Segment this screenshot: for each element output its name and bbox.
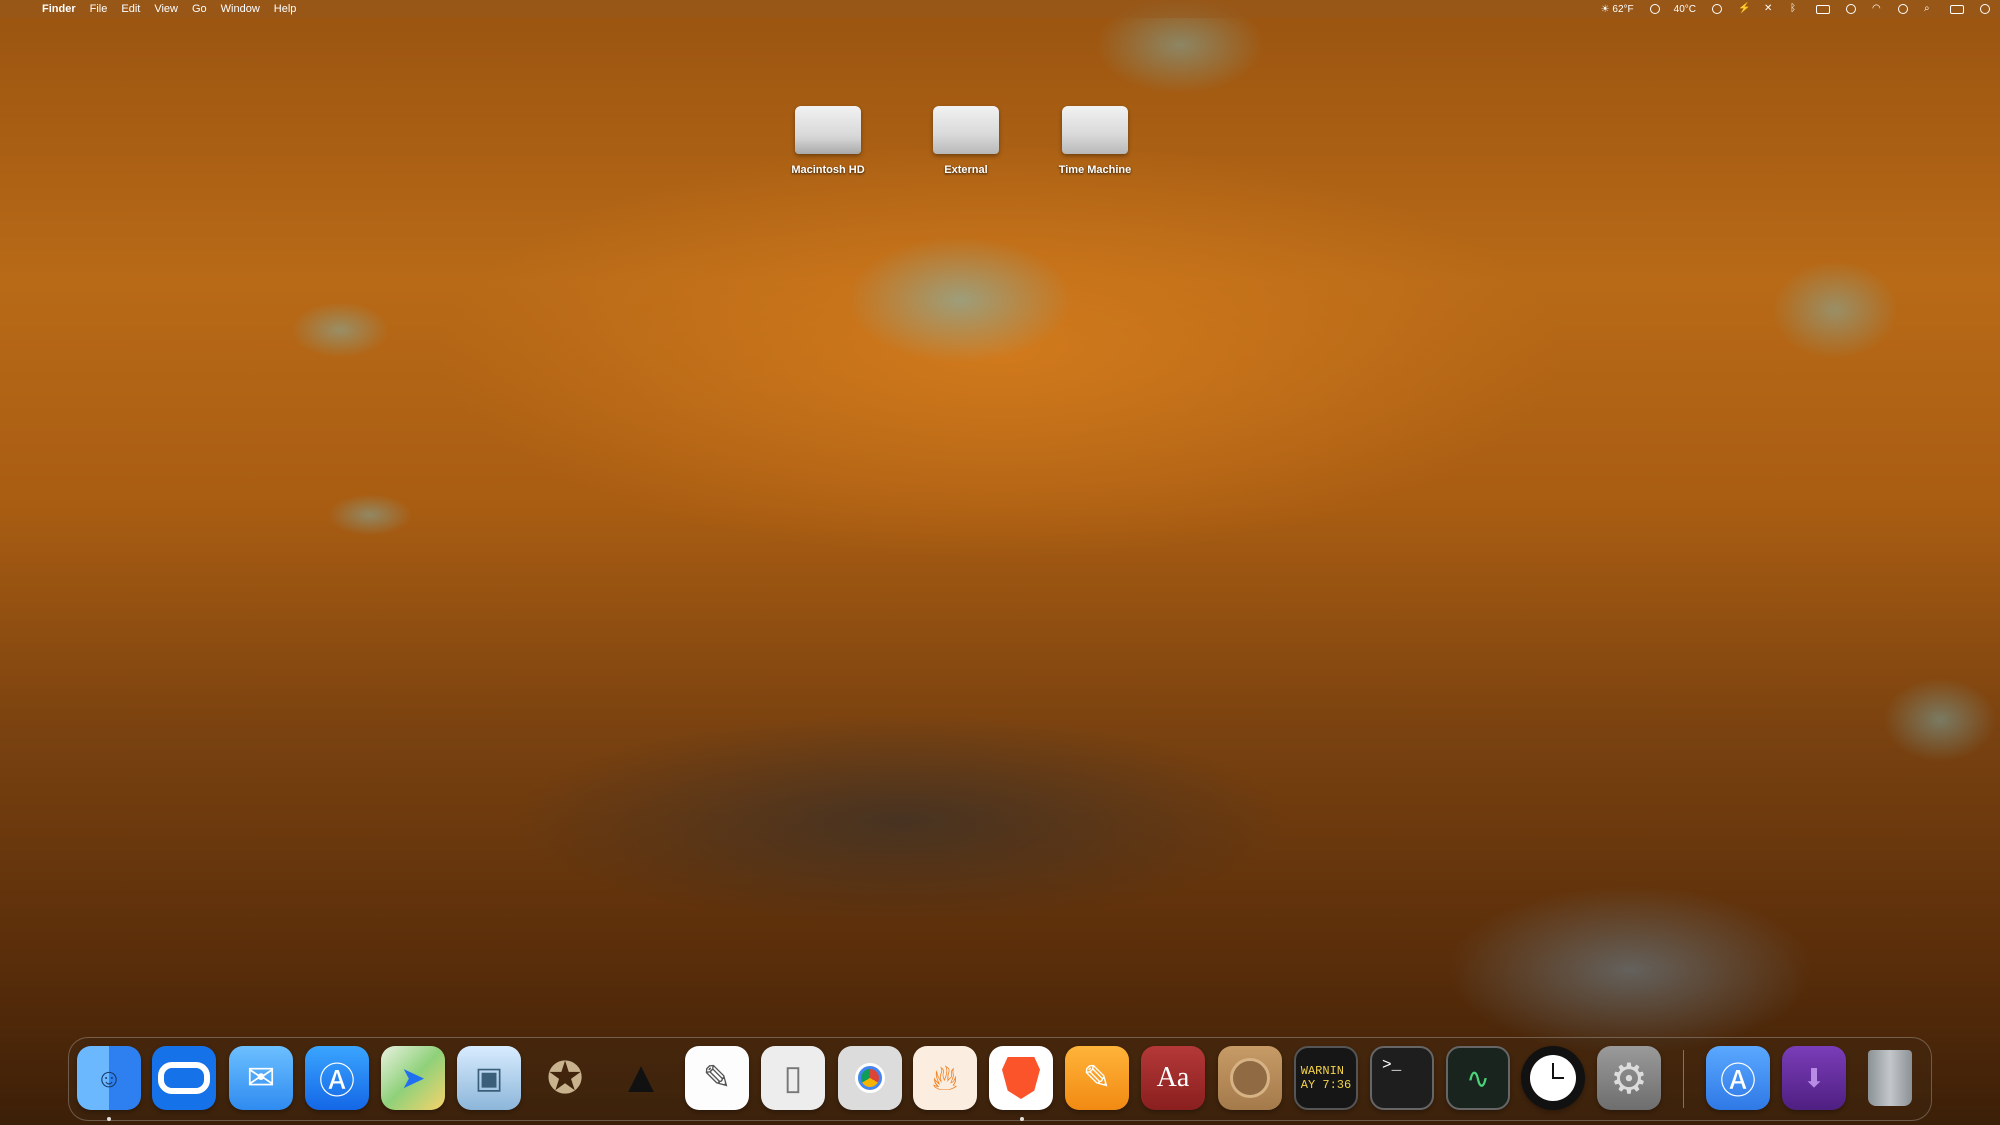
desktop-item-macintosh-hd[interactable]: Macintosh HD [773,106,883,176]
menu-view[interactable]: View [154,3,178,15]
dock-app-oracle[interactable] [152,1046,216,1110]
dock-app-clock[interactable] [1521,1046,1585,1110]
temperature-status[interactable]: 40°C [1674,4,1696,15]
dock-app-textedit[interactable]: ✎ [685,1046,749,1110]
dock-divider [1683,1050,1684,1108]
settings-icon: ⚙ [1610,1054,1648,1102]
dictionary-icon: Aa [1156,1062,1190,1093]
menu-file[interactable]: File [90,3,108,15]
dock-app-preview[interactable]: ▣ [457,1046,521,1110]
textedit-icon: ✎ [702,1059,732,1097]
dock-app-app-store[interactable]: Ⓐ [305,1046,369,1110]
terminal-icon: >_ [1382,1056,1402,1074]
app-store-icon: Ⓐ [318,1060,355,1101]
dock-app-console[interactable]: WARNIN AY 7:36 [1294,1046,1358,1110]
dock-app-ember[interactable]: 🔥︎ [913,1046,977,1110]
preview-icon: ▣ [474,1061,504,1095]
mail-icon: ✉ [246,1059,276,1097]
dock-app-dictionary[interactable]: Aa [1141,1046,1205,1110]
menu-bar: Finder File Edit View Go Window Help ☀ 6… [0,0,2000,18]
contacts-icon [1230,1058,1270,1098]
weather-status[interactable]: ☀ 62°F [1601,4,1634,15]
dock-app-mail[interactable]: ✉ [229,1046,293,1110]
dock-app-contacts[interactable] [1218,1046,1282,1110]
running-indicator [1020,1117,1024,1121]
disk-label: External [944,164,988,176]
control-center-icon[interactable] [1950,4,1964,14]
dock-app-brave[interactable] [989,1046,1053,1110]
dock-app-inkscape[interactable]: ▲ [609,1046,673,1110]
oval-icon [158,1062,210,1094]
play-icon[interactable] [1712,4,1722,14]
dock-folder-downloads[interactable]: ⬇ [1782,1046,1846,1110]
menu-app-name[interactable]: Finder [42,3,76,15]
dock-app-files[interactable]: ▯ [761,1046,825,1110]
external-drive-icon [933,106,999,154]
bluetooth-icon[interactable]: ᛒ [1790,4,1800,14]
bolt-icon[interactable]: ⚡ [1738,4,1750,14]
inkscape-icon: ▲ [619,1053,663,1102]
dock-app-finder[interactable]: ☺ [77,1046,141,1110]
menu-help[interactable]: Help [274,3,297,15]
menu-go[interactable]: Go [192,3,207,15]
time-machine-drive-icon [1062,106,1128,154]
disk-label: Macintosh HD [791,164,865,176]
mute-icon[interactable]: ✕ [1764,4,1774,14]
console-icon: WARNIN AY 7:36 [1300,1064,1352,1092]
clock-menu-icon[interactable] [1980,4,1990,14]
brave-icon [1002,1057,1040,1099]
desktop-item-external[interactable]: External [911,106,1021,176]
clock-icon [1530,1055,1576,1101]
spotlight-search-icon[interactable]: ⌕ [1924,4,1934,14]
maps-icon: ➤ [400,1061,426,1095]
wifi-icon[interactable]: ◠ [1872,4,1882,14]
flame-icon: 🔥︎ [931,1056,959,1098]
dock-app-chrome-apps[interactable] [838,1046,902,1110]
trash-icon [1868,1050,1912,1106]
display-icon[interactable] [1816,4,1830,14]
gimp-icon: ✪ [546,1053,584,1103]
dock-app-system-settings[interactable]: ⚙ [1597,1046,1661,1110]
menu-extra-icon[interactable] [1649,4,1660,14]
time-machine-icon[interactable] [1898,4,1908,14]
menu-window[interactable]: Window [221,3,260,15]
dock-app-terminal[interactable]: >_ [1370,1046,1434,1110]
disk-label: Time Machine [1058,164,1132,176]
dock-app-gimp[interactable]: ✪ [533,1046,597,1110]
menu-edit[interactable]: Edit [121,3,140,15]
activity-monitor-icon: ∿ [1466,1062,1490,1094]
dock-app-maps[interactable]: ➤ [381,1046,445,1110]
user-icon[interactable] [1846,4,1856,14]
downloads-folder-icon: ⬇ [1803,1062,1825,1093]
desktop-item-time-machine[interactable]: Time Machine [1040,106,1150,176]
dock-app-activity-monitor[interactable]: ∿ [1446,1046,1510,1110]
running-indicator [107,1117,111,1121]
file-icon: ▯ [783,1059,803,1097]
dock-app-pages[interactable]: ✎ [1065,1046,1129,1110]
dock-trash[interactable] [1858,1046,1922,1110]
pencil-icon: ✎ [1082,1059,1112,1097]
finder-icon: ☺ [95,1062,123,1093]
dock-folder-applications[interactable]: Ⓐ [1706,1046,1770,1110]
macintosh-hd-icon [795,106,861,154]
chrome-apps-icon [855,1063,885,1093]
applications-folder-icon: Ⓐ [1719,1060,1756,1101]
